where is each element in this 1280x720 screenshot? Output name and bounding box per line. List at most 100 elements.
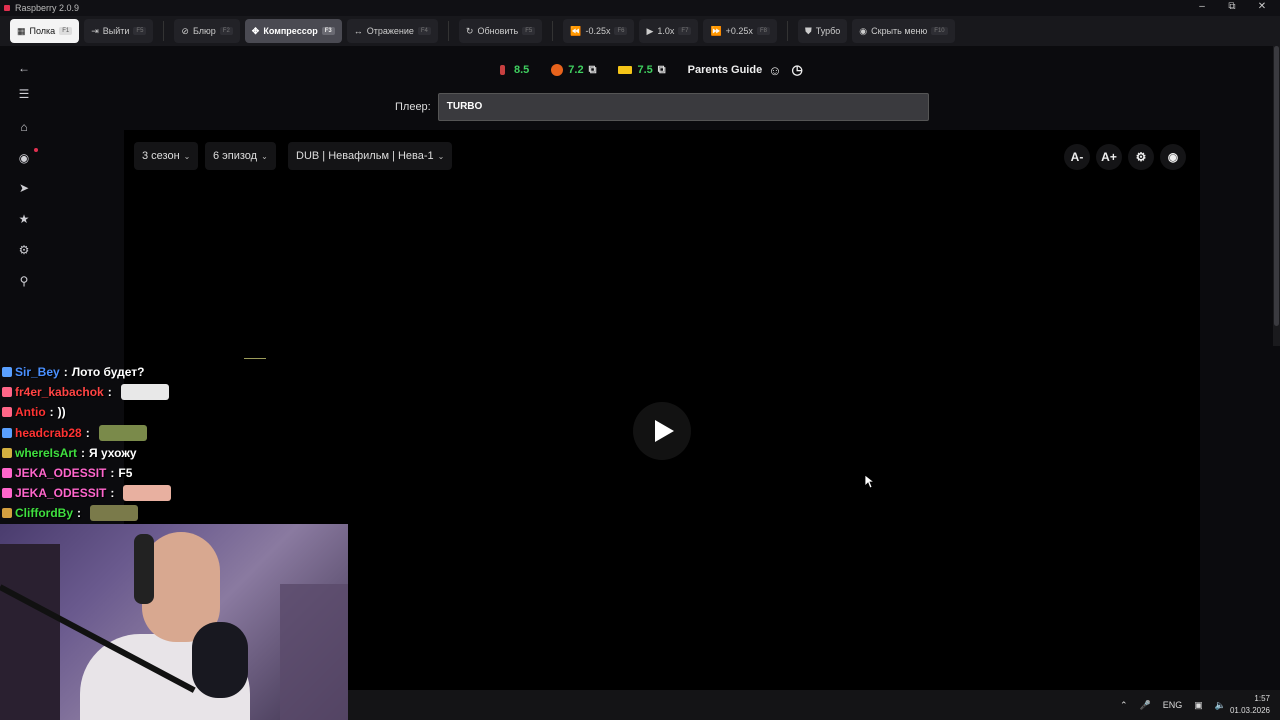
language-indicator[interactable]: ENG bbox=[1163, 700, 1183, 710]
notification-dot bbox=[34, 148, 38, 152]
chat-username[interactable]: headcrab28 bbox=[15, 426, 82, 440]
mirror-button[interactable]: ↔ Отражение F4 bbox=[346, 19, 438, 43]
chat-badge-icon bbox=[2, 468, 12, 479]
clock[interactable]: 1:57 01.03.2026 bbox=[1230, 693, 1270, 717]
back-arrow-icon[interactable]: ← bbox=[16, 60, 32, 76]
volume-icon[interactable]: 🔈 bbox=[1215, 700, 1226, 711]
forward-icon: ⏩ bbox=[710, 25, 722, 36]
chat-separator: : bbox=[107, 385, 112, 400]
refresh-icon: ↻ bbox=[465, 25, 474, 36]
imdb-rating[interactable]: 7.5 ⧉ bbox=[618, 64, 666, 77]
dub-dropdown[interactable]: DUB | Невафильм | Нева-1 ⌄ bbox=[288, 142, 453, 170]
chat-text: Я ухожу bbox=[89, 445, 137, 460]
settings-icon[interactable]: ⚙ bbox=[16, 242, 32, 258]
clock-icon[interactable]: ◷ bbox=[791, 62, 802, 78]
external-link-icon[interactable]: ⧉ bbox=[589, 64, 597, 77]
microphone bbox=[192, 622, 248, 698]
chat-username[interactable]: JEKA_ODESSIT bbox=[15, 486, 106, 500]
player-select[interactable]: TURBO bbox=[437, 93, 929, 121]
webcam-overlay bbox=[0, 524, 348, 720]
speed-up-button[interactable]: ⏩ +0.25x F8 bbox=[703, 19, 777, 43]
scrollbar-thumb[interactable] bbox=[1274, 46, 1279, 326]
chat-message: headcrab28: bbox=[0, 423, 200, 443]
player-label: Плеер: bbox=[395, 101, 431, 113]
chevron-down-icon: ⌄ bbox=[437, 152, 445, 161]
refresh-button[interactable]: ↻ Обновить F5 bbox=[458, 19, 543, 43]
chat-username[interactable]: JEKA_ODESSIT bbox=[15, 466, 106, 480]
chat-badge-icon bbox=[2, 407, 12, 418]
speed-down-button[interactable]: ⏪ -0.25x F6 bbox=[563, 19, 635, 43]
trophy-icon[interactable]: ★ bbox=[16, 211, 32, 227]
restore-icon[interactable]: ⧉ bbox=[1217, 0, 1247, 16]
font-decrease-button[interactable]: A- bbox=[1064, 144, 1090, 170]
smile-icon[interactable]: ☺ bbox=[768, 63, 781, 78]
eye-icon: ◉ bbox=[859, 25, 868, 36]
imdb-icon bbox=[618, 66, 633, 74]
clock-date: 01.03.2026 bbox=[1229, 706, 1270, 715]
chat-separator: : bbox=[81, 445, 86, 460]
eye-icon[interactable]: ◉ bbox=[1160, 144, 1186, 170]
chat-message: whereIsArt: Я ухожу bbox=[0, 443, 200, 463]
chat-badge-icon bbox=[2, 427, 12, 438]
parents-guide-label[interactable]: Parents Guide bbox=[688, 64, 763, 76]
chat-emote-icon bbox=[98, 424, 147, 441]
speed-normal-button[interactable]: ▶ 1.0x F7 bbox=[639, 19, 699, 43]
window-titlebar: Raspberry 2.0.9 – ⧉ ✕ bbox=[0, 0, 1280, 16]
taskbar: ⌃ 🎤 ENG ▣ 🔈 1:57 01.03.2026 bbox=[348, 690, 1280, 720]
minimize-icon[interactable]: – bbox=[1187, 0, 1217, 16]
play-icon bbox=[655, 420, 674, 442]
clock-time: 1:57 bbox=[1254, 694, 1270, 703]
toolbar-divider bbox=[447, 21, 449, 41]
shikimori-rating[interactable]: 7.2 ⧉ bbox=[551, 64, 596, 77]
chat-username[interactable]: CliffordBy bbox=[15, 506, 73, 520]
stream-chat: Sir_Bey: Лото будет? fr4er_kabachok: Antio:… bbox=[0, 362, 200, 524]
chat-username[interactable]: Antio bbox=[15, 405, 46, 419]
chat-message: Sir_Bey: Лото будет? bbox=[0, 362, 200, 382]
play-icon: ▶ bbox=[646, 25, 654, 36]
shikimori-icon bbox=[551, 64, 564, 76]
window-title: Raspberry 2.0.9 bbox=[15, 3, 80, 13]
hide-menu-button[interactable]: ◉ Скрыть меню F10 bbox=[852, 19, 955, 43]
gear-icon[interactable]: ⚙ bbox=[1128, 144, 1154, 170]
chat-message: CliffordBy: bbox=[0, 503, 200, 523]
system-tray: ⌃ 🎤 ENG ▣ 🔈 bbox=[1120, 690, 1226, 720]
chat-badge-icon bbox=[2, 508, 12, 519]
turbo-button[interactable]: ⛊ Турбо bbox=[797, 19, 848, 43]
play-button[interactable] bbox=[633, 402, 691, 460]
chat-text: Лото будет? bbox=[71, 365, 145, 380]
kp-rating: 8.5 bbox=[500, 64, 529, 76]
microphone-icon[interactable]: 🎤 bbox=[1140, 700, 1151, 711]
notifications-icon[interactable]: ◉ bbox=[16, 150, 32, 166]
font-increase-button[interactable]: A+ bbox=[1096, 144, 1122, 170]
menu-icon[interactable]: ☰ bbox=[16, 86, 32, 102]
rewind-icon: ⏪ bbox=[570, 25, 582, 36]
toolbar-divider bbox=[163, 21, 165, 41]
chat-separator: : bbox=[77, 506, 81, 521]
display-icon[interactable]: ▣ bbox=[1194, 700, 1203, 711]
compressor-button[interactable]: ✥ Компрессор F3 bbox=[244, 19, 342, 43]
chat-emote-icon bbox=[120, 384, 169, 401]
shelf-button[interactable]: ▦ Полка F1 bbox=[10, 19, 80, 43]
chat-username[interactable]: Sir_Bey bbox=[15, 365, 60, 379]
compress-icon: ✥ bbox=[251, 25, 260, 36]
search-icon[interactable]: ⚲ bbox=[16, 273, 32, 289]
blur-button[interactable]: ⊘ Блюр F2 bbox=[174, 19, 240, 43]
external-link-icon[interactable]: ⧉ bbox=[658, 64, 666, 77]
chat-emote-icon bbox=[90, 505, 138, 522]
toolbar-divider bbox=[552, 21, 554, 41]
chevron-up-icon[interactable]: ⌃ bbox=[1120, 700, 1128, 711]
home-icon[interactable]: ⌂ bbox=[16, 119, 32, 135]
chat-username[interactable]: whereIsArt bbox=[15, 446, 77, 460]
exit-button[interactable]: ⇥ Выйти F5 bbox=[84, 19, 154, 43]
close-icon[interactable]: ✕ bbox=[1247, 0, 1277, 16]
episode-dropdown[interactable]: 6 эпизод ⌄ bbox=[205, 142, 276, 170]
chat-message: Antio:)) bbox=[0, 402, 200, 422]
chevron-down-icon: ⌄ bbox=[261, 152, 268, 161]
season-dropdown[interactable]: 3 сезон ⌄ bbox=[134, 142, 199, 170]
chat-username[interactable]: fr4er_kabachok bbox=[15, 385, 104, 399]
telegram-icon[interactable]: ➤ bbox=[16, 180, 32, 196]
blur-icon: ⊘ bbox=[181, 25, 189, 36]
webcam-background bbox=[280, 584, 348, 720]
chevron-down-icon: ⌄ bbox=[183, 152, 191, 161]
scrollbar[interactable] bbox=[1273, 46, 1280, 346]
